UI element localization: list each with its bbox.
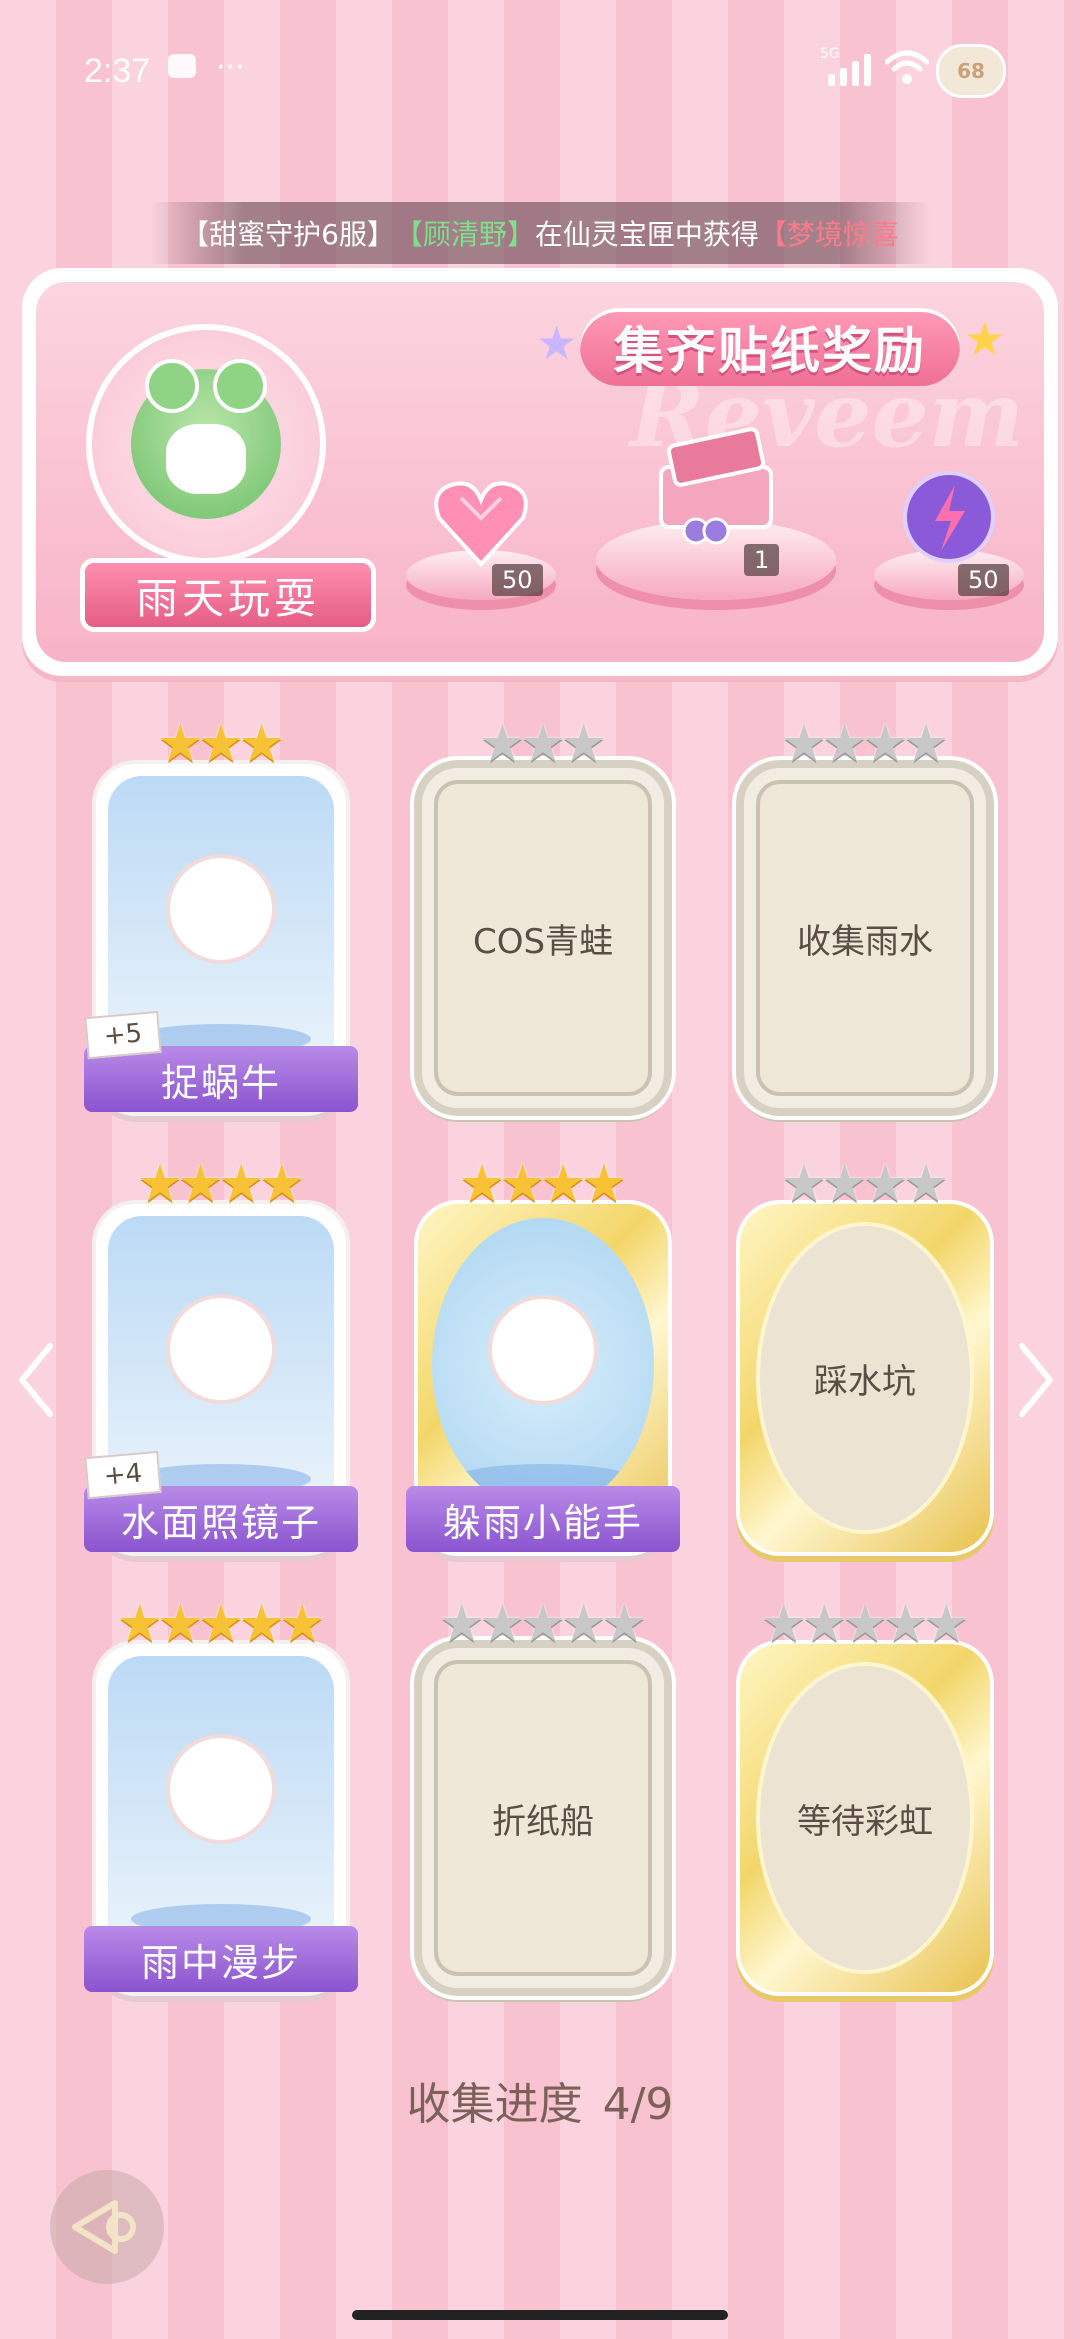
- pink-heart-gem-icon[interactable]: [426, 468, 536, 578]
- gift-box-icon[interactable]: [636, 422, 796, 552]
- bonus-tag: +4: [84, 1450, 162, 1500]
- theme-portrait[interactable]: [86, 324, 326, 564]
- star-icon: ★: [540, 1154, 587, 1214]
- reward-banner: Reveem ★ 集齐贴纸奖励 ★ 雨天玩耍 50 1 50: [22, 268, 1058, 676]
- sticker-label: 折纸船: [492, 1801, 594, 1842]
- sticker-illustration: [432, 1218, 654, 1512]
- frog-costume-character-icon: [131, 359, 281, 519]
- star-icon: ★: [177, 1154, 224, 1214]
- theme-label: 雨天玩耍: [80, 558, 376, 632]
- status-bar: 2:37 ··· 5G 68: [0, 0, 1080, 140]
- star-icon: ★: [197, 1594, 245, 1654]
- sticker-card[interactable]: ★ ★ ★ ★ ★ 雨中漫步: [84, 1598, 358, 1996]
- sticker-label: 雨中漫步: [84, 1926, 358, 1992]
- star-icon: ★: [458, 1154, 506, 1214]
- star-icon: ★: [157, 714, 204, 774]
- ticker-player: 【顾清野】: [394, 218, 535, 251]
- sticker-card[interactable]: ★ ★ ★ ★ 水面照镜子 +4: [84, 1158, 358, 1556]
- star-icon: ★: [197, 714, 245, 774]
- purple-energy-orb-icon[interactable]: [894, 462, 1004, 572]
- character-icon: [166, 1294, 276, 1405]
- sticker-label: 收集雨水: [797, 921, 933, 962]
- sticker-card[interactable]: ★ ★ ★ ★ ★ 折纸船: [414, 1598, 672, 1996]
- sticker-label: 踩水坑: [814, 1361, 916, 1402]
- star-decoration-icon: ★: [536, 316, 578, 370]
- reward-qty: 50: [958, 564, 1009, 596]
- back-button[interactable]: [50, 2170, 164, 2284]
- progress-label: 收集进度: [406, 2079, 583, 2130]
- progress-value: 4/9: [602, 2079, 674, 2130]
- sticker-card[interactable]: ★ ★ ★ ★ 收集雨水: [736, 718, 994, 1116]
- character-icon: [488, 1295, 598, 1406]
- reward-qty: 1: [744, 544, 780, 576]
- sticker-card[interactable]: ★ ★ ★ ★ 踩水坑: [736, 1158, 994, 1556]
- star-icon: ★: [580, 1154, 628, 1214]
- ticker-server: 【甜蜜守护6服】: [181, 218, 395, 251]
- back-arrow-icon: [72, 2200, 136, 2254]
- star-icon: ★: [258, 1154, 306, 1214]
- star-icon: ★: [499, 1154, 546, 1214]
- prev-page-arrow[interactable]: [16, 1340, 56, 1420]
- character-icon: [166, 854, 276, 965]
- announcement-ticker: 【甜蜜守护6服】 【顾清野】 在仙灵宝匣中获得 【梦境惊喜: [150, 202, 930, 264]
- star-rating: ★ ★ ★ ★ ★: [92, 1598, 350, 1650]
- star-icon: ★: [157, 1594, 204, 1654]
- reward-qty: 50: [492, 564, 543, 596]
- star-icon: ★: [136, 1154, 184, 1214]
- sticker-label: 等待彩虹: [797, 1801, 933, 1842]
- star-icon: ★: [238, 1594, 285, 1654]
- sticker-card[interactable]: ★ ★ ★ 捉蜗牛 +5: [84, 718, 358, 1116]
- sticker-card[interactable]: ★ ★ ★ COS青蛙: [414, 718, 672, 1116]
- status-time: 2:37: [84, 52, 151, 90]
- sticker-illustration: [108, 1656, 334, 1952]
- character-icon: [166, 1734, 276, 1845]
- star-rating: ★ ★ ★: [92, 718, 350, 770]
- star-decoration-icon: ★: [964, 312, 1006, 366]
- ticker-item: 【梦境惊喜: [758, 218, 899, 251]
- sticker-card[interactable]: ★ ★ ★ ★ ★ 等待彩虹: [736, 1598, 994, 1996]
- collection-progress: 收集进度 4/9: [0, 2068, 1080, 2132]
- notification-icon: [168, 54, 196, 78]
- next-page-arrow[interactable]: [1016, 1340, 1056, 1420]
- star-icon: ★: [116, 1594, 164, 1654]
- ticker-text: 在仙灵宝匣中获得: [534, 218, 759, 251]
- star-icon: ★: [218, 1154, 265, 1214]
- sticker-label: COS青蛙: [472, 921, 614, 962]
- home-indicator: [352, 2310, 728, 2320]
- signal-icon: [828, 52, 871, 86]
- star-rating: ★ ★ ★ ★: [414, 1158, 672, 1210]
- status-dots: ···: [216, 50, 245, 85]
- battery-icon: 68: [936, 44, 1006, 98]
- sticker-label: 躲雨小能手: [406, 1486, 680, 1552]
- star-rating: ★ ★ ★ ★: [92, 1158, 350, 1210]
- bonus-tag: +5: [84, 1010, 162, 1060]
- wifi-icon: [885, 50, 929, 84]
- star-icon: ★: [278, 1594, 326, 1654]
- sticker-card[interactable]: ★ ★ ★ ★ 躲雨小能手: [406, 1158, 680, 1556]
- star-icon: ★: [238, 714, 285, 774]
- banner-title: 集齐贴纸奖励: [580, 308, 960, 386]
